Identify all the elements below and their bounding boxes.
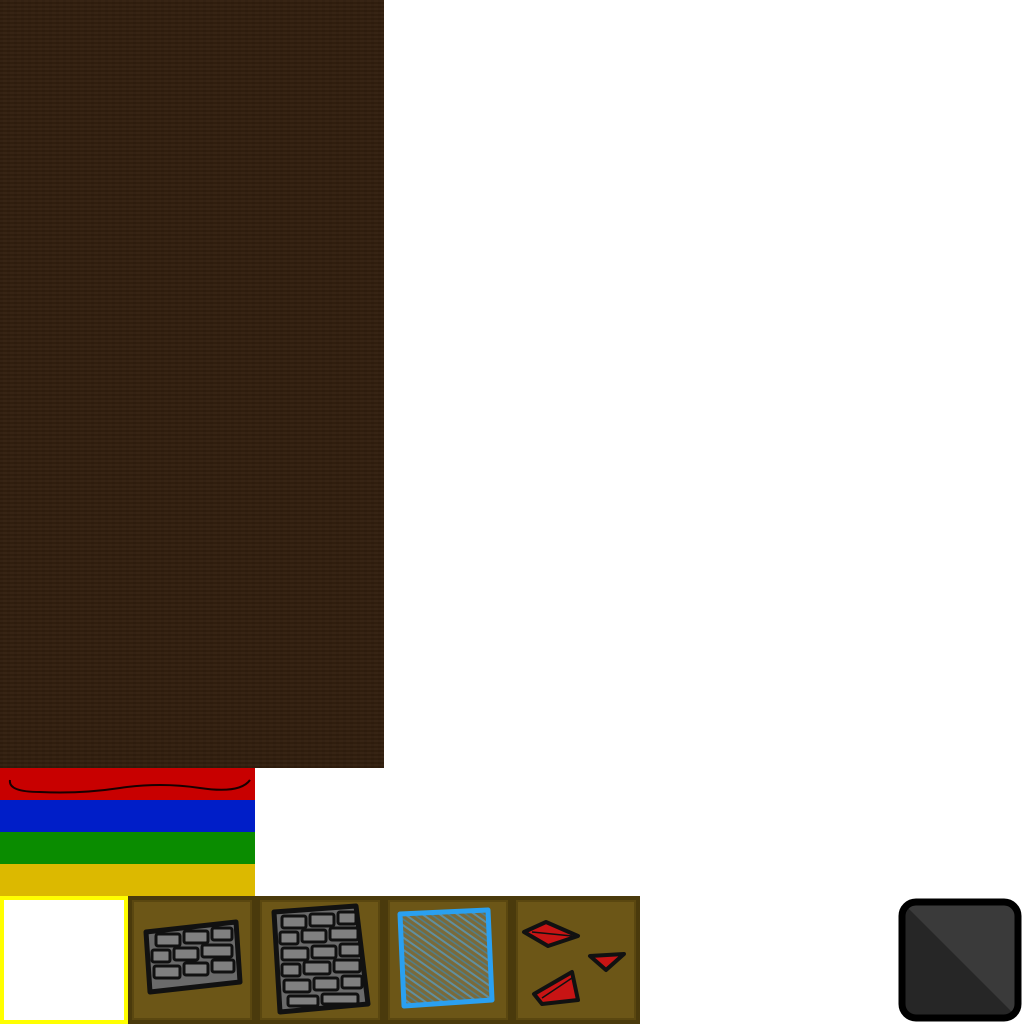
xp-bar-yellow [0, 864, 255, 896]
stone-brick-icon [271, 903, 371, 1015]
hotbar-slot-3[interactable] [256, 896, 384, 1024]
glass-block-icon [397, 907, 495, 1009]
dark-block-icon [898, 898, 1022, 1022]
dirt-texture-panel [0, 0, 384, 768]
dark-stone-block[interactable] [896, 896, 1024, 1024]
red-ore-icon [522, 920, 626, 1006]
hotbar [0, 896, 640, 1024]
health-bar-red [0, 768, 255, 800]
hotbar-slot-5[interactable] [512, 896, 640, 1024]
hotbar-slot-2[interactable] [128, 896, 256, 1024]
stone-brick-icon [143, 919, 243, 995]
stamina-bar-green [0, 832, 255, 864]
mana-bar-blue [0, 800, 255, 832]
hotbar-slot-1-selected[interactable] [0, 896, 128, 1024]
hotbar-slot-4[interactable] [384, 896, 512, 1024]
